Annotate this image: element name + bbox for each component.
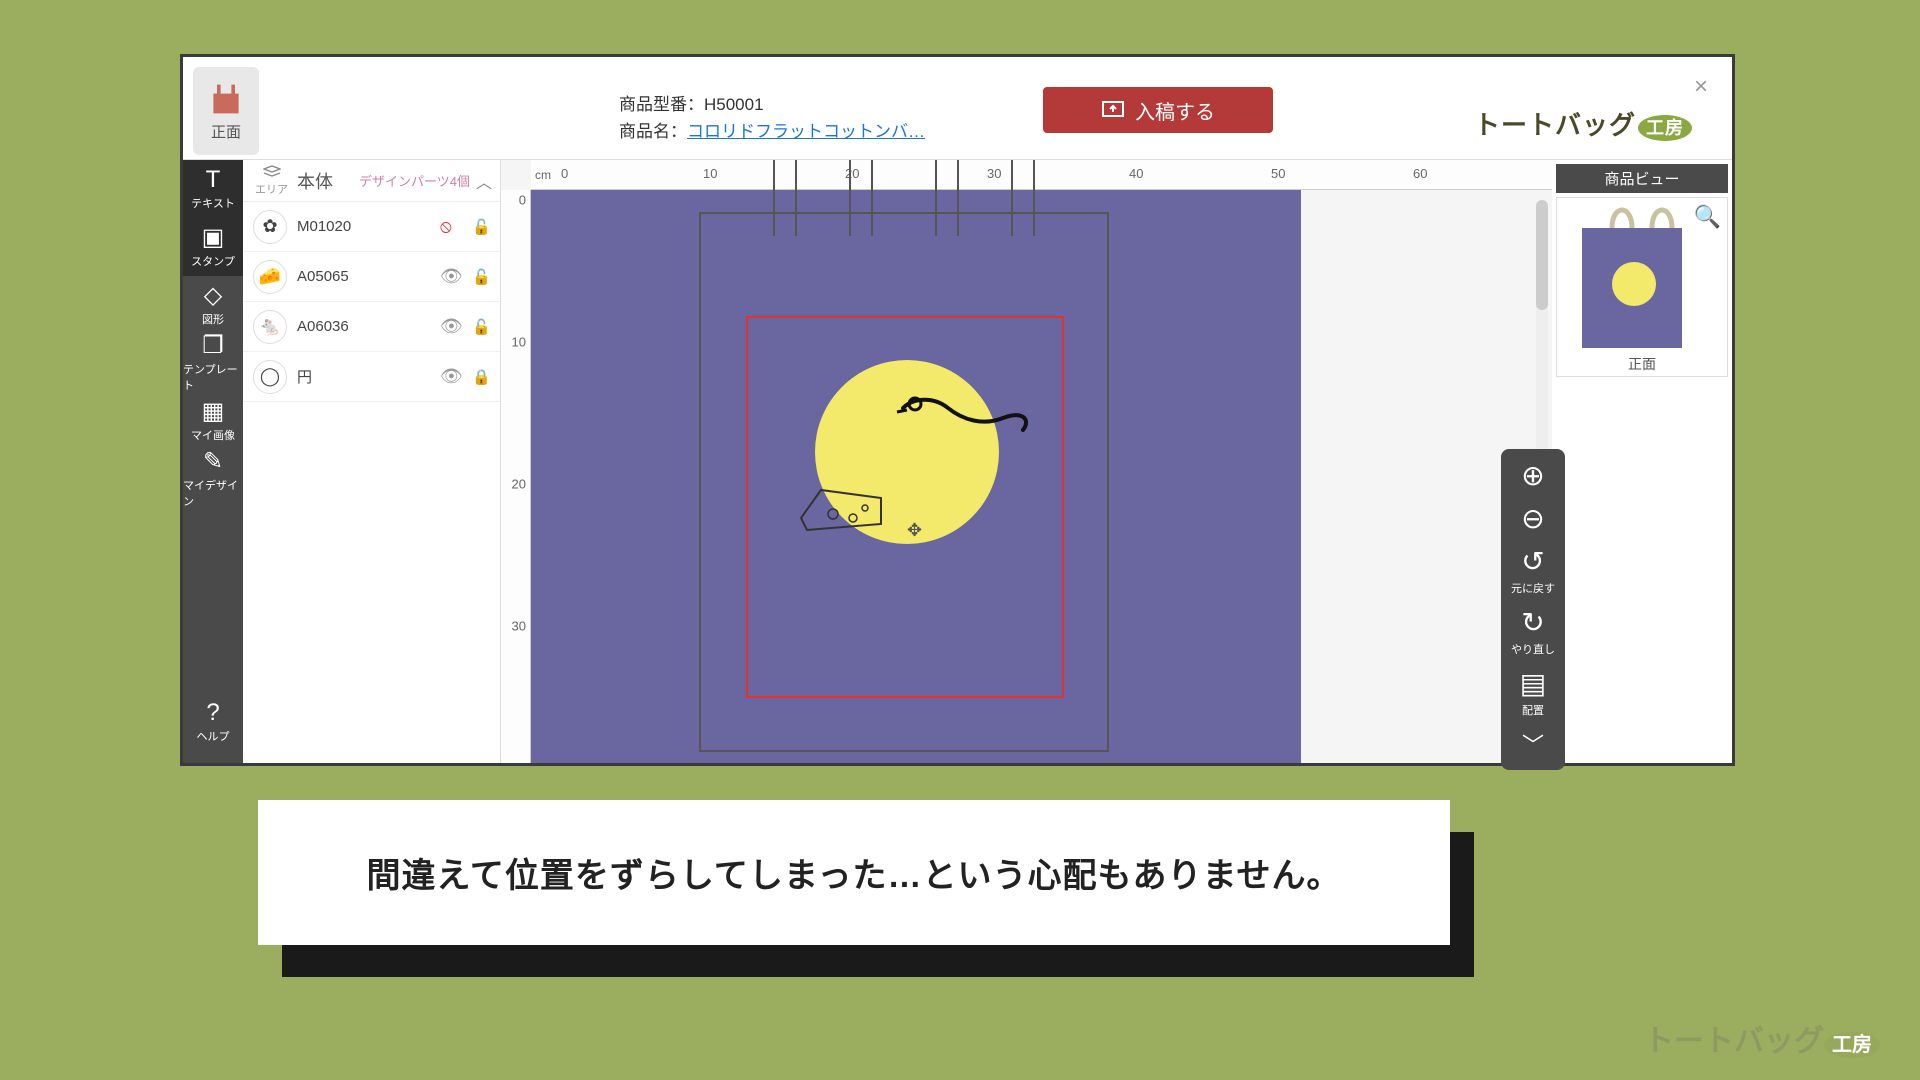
text-icon: T: [200, 167, 226, 193]
shape-icon: ◇: [200, 283, 226, 309]
tool-shape[interactable]: ◇図形: [183, 276, 243, 334]
tool-rail: Tテキスト ▣スタンプ ◇図形 ❐テンプレート ▦マイ画像 ✎マイデザイン ?ヘ…: [183, 160, 243, 763]
align-button[interactable]: ▤配置: [1520, 667, 1546, 718]
layer-item[interactable]: ◯ 円 👁 🔒: [243, 352, 500, 402]
undo-button[interactable]: ↺元に戻す: [1511, 545, 1555, 596]
parts-count: デザインパーツ4個: [359, 171, 470, 190]
tool-myimage[interactable]: ▦マイ画像: [183, 392, 243, 450]
caption-text: 間違えて位置をずらしてしまった…という心配もありません。: [258, 800, 1450, 945]
zoom-out-button[interactable]: ⊖: [1521, 502, 1544, 535]
layer-item[interactable]: 🐁 A06036 👁 🔓: [243, 302, 500, 352]
layer-item[interactable]: ✿ M01020 ⦸ 🔓: [243, 202, 500, 252]
align-icon: ▤: [1520, 667, 1546, 700]
tool-stamp[interactable]: ▣スタンプ: [183, 218, 243, 276]
eye-off-icon[interactable]: ⦸: [440, 216, 462, 237]
bag-icon: [208, 81, 244, 117]
face-tab-label: 正面: [211, 121, 241, 142]
zoom-in-icon: ⊕: [1521, 459, 1544, 492]
ruler-tick: 40: [1129, 166, 1143, 181]
product-name-link[interactable]: コロリドフラットコットンバ…: [687, 122, 925, 141]
model-label: 商品型番：: [619, 95, 704, 114]
layer-thumb: 🐁: [253, 310, 287, 344]
zoom-toolbar: ⊕ ⊖ ↺元に戻す ↻やり直し ▤配置 ﹀: [1501, 449, 1565, 770]
preview-box[interactable]: 🔍 正面: [1556, 197, 1728, 377]
tool-text[interactable]: Tテキスト: [183, 160, 243, 218]
tool-template[interactable]: ❐テンプレート: [183, 334, 243, 392]
ruler-tick: 60: [1413, 166, 1427, 181]
layers-header[interactable]: エリア 本体 デザインパーツ4個 ︿: [243, 160, 500, 202]
zoom-in-button[interactable]: ⊕: [1521, 459, 1544, 492]
lock-icon[interactable]: 🔓: [472, 218, 490, 236]
tool-mydesign[interactable]: ✎マイデザイン: [183, 450, 243, 508]
eye-icon[interactable]: 👁: [440, 266, 462, 287]
preview-column: 商品ビュー 🔍 正面: [1552, 160, 1732, 763]
design-canvas[interactable]: ✥: [531, 190, 1301, 763]
mouse-stamp[interactable]: [893, 390, 1033, 460]
lock-icon[interactable]: 🔒: [472, 368, 490, 386]
brand-logo: トートバッグ工房: [1474, 105, 1692, 142]
chevron-up-icon: ︿: [476, 169, 492, 193]
layer-name: A06036: [297, 318, 430, 335]
design-icon: ✎: [200, 449, 226, 475]
chevron-down-icon[interactable]: ﹀: [1522, 728, 1544, 760]
submit-label: 入稿する: [1135, 96, 1215, 125]
watermark: トートバッグ工房: [1644, 1016, 1880, 1060]
lock-icon[interactable]: 🔓: [472, 268, 490, 286]
redo-icon: ↻: [1521, 606, 1544, 639]
eye-icon[interactable]: 👁: [440, 316, 462, 337]
submit-button[interactable]: 入稿する: [1043, 87, 1273, 133]
ruler-unit: cm: [535, 168, 551, 182]
ruler-tick: 4: [519, 761, 526, 764]
upload-icon: [1101, 100, 1125, 120]
help-icon: ?: [200, 700, 226, 726]
layers-title: 本体: [297, 168, 333, 194]
stamp-icon: ▣: [200, 225, 226, 251]
ruler-horizontal: cm 0102030405060: [531, 160, 1552, 190]
ruler-tick: 30: [512, 619, 526, 634]
redo-button[interactable]: ↻やり直し: [1511, 606, 1555, 657]
zoom-out-icon: ⊖: [1521, 502, 1544, 535]
layer-thumb: ◯: [253, 360, 287, 394]
image-icon: ▦: [200, 399, 226, 425]
layer-thumb: ✿: [253, 210, 287, 244]
ruler-tick: 0: [519, 193, 526, 208]
tool-help[interactable]: ?ヘルプ: [183, 693, 243, 751]
preview-face-label: 正面: [1628, 354, 1656, 374]
product-info: 商品型番：H50001 商品名：コロリドフラットコットンバ…: [619, 91, 925, 145]
model-value: H50001: [704, 95, 764, 114]
area-label: エリア: [255, 165, 289, 197]
ruler-tick: 50: [1271, 166, 1285, 181]
layer-name: M01020: [297, 218, 430, 235]
brand-badge: 工房: [1638, 115, 1692, 141]
face-tab-front[interactable]: 正面: [193, 67, 259, 155]
design-app: × 正面 商品型番：H50001 商品名：コロリドフラットコットンバ… 入稿する…: [183, 57, 1732, 763]
ruler-tick: 20: [512, 477, 526, 492]
layers-panel: エリア 本体 デザインパーツ4個 ︿ ✿ M01020 ⦸ 🔓🧀 A05065 …: [243, 160, 501, 763]
app-header: × 正面 商品型番：H50001 商品名：コロリドフラットコットンバ… 入稿する…: [183, 57, 1732, 159]
canvas-area: cm 0102030405060 01020304: [501, 160, 1552, 763]
app-body: Tテキスト ▣スタンプ ◇図形 ❐テンプレート ▦マイ画像 ✎マイデザイン ?ヘ…: [183, 159, 1732, 763]
eye-icon[interactable]: 👁: [440, 366, 462, 387]
lock-icon[interactable]: 🔓: [472, 318, 490, 336]
ruler-tick: 10: [512, 335, 526, 350]
layer-item[interactable]: 🧀 A05065 👁 🔓: [243, 252, 500, 302]
layer-name: 円: [297, 366, 430, 387]
template-icon: ❐: [200, 333, 226, 359]
ruler-tick: 30: [987, 166, 1001, 181]
ruler-tick: 10: [703, 166, 717, 181]
ruler-tick: 0: [561, 166, 568, 181]
preview-header: 商品ビュー: [1556, 164, 1728, 193]
close-icon[interactable]: ×: [1694, 73, 1708, 101]
layer-name: A05065: [297, 268, 430, 285]
preview-mini: [1582, 228, 1682, 348]
layer-thumb: 🧀: [253, 260, 287, 294]
undo-icon: ↺: [1521, 545, 1544, 578]
move-cursor-icon: ✥: [907, 520, 922, 541]
ruler-vertical: 0 10 20 30 4: [501, 190, 531, 763]
name-label: 商品名：: [619, 122, 687, 141]
cheese-stamp[interactable]: [793, 478, 893, 538]
